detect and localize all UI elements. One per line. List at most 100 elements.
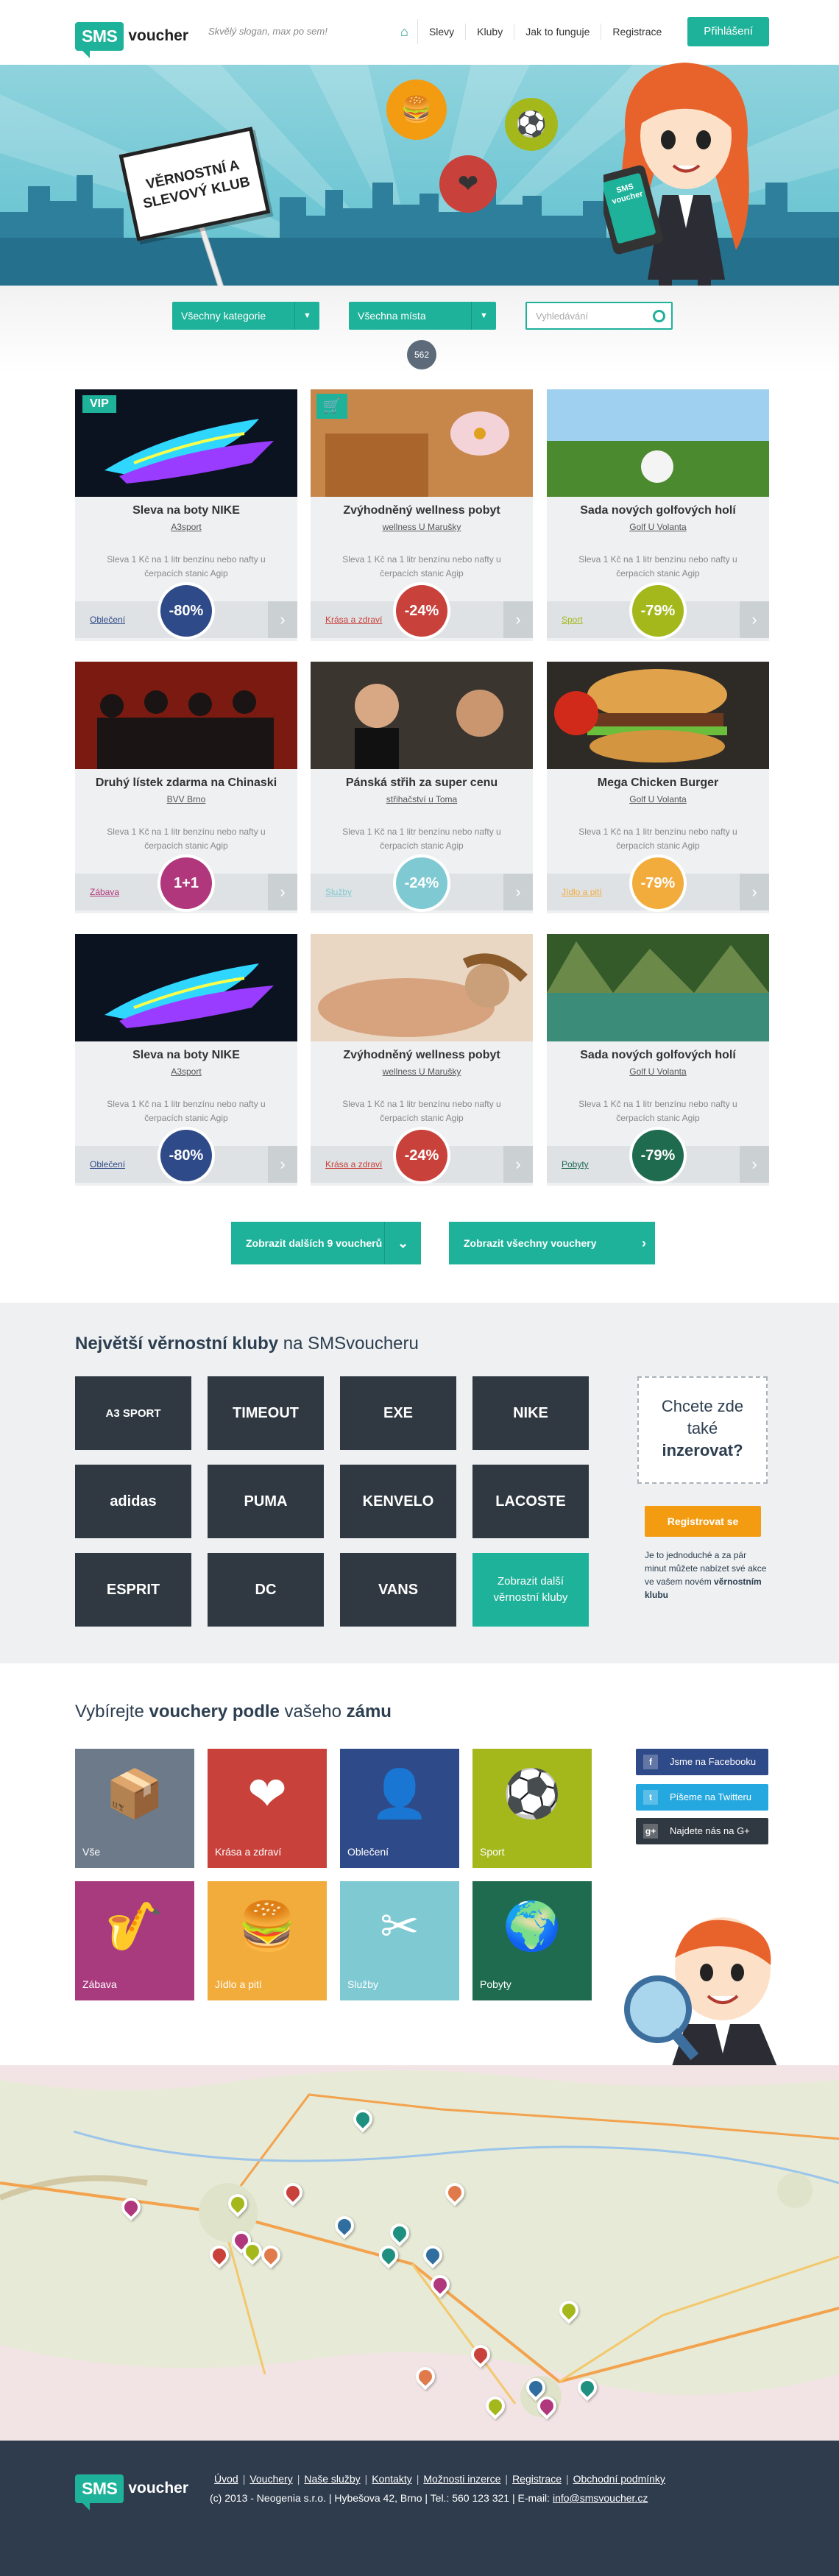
show-more-button[interactable]: Zobrazit dalších 9 voucherů ⌄: [231, 1222, 421, 1264]
chevron-right-icon[interactable]: ›: [740, 601, 769, 638]
cat-title-b: vouchery podle: [149, 1702, 280, 1722]
brand-logo[interactable]: PUMA: [208, 1465, 324, 1538]
voucher-map[interactable]: [0, 2065, 839, 2441]
category-tile[interactable]: 👤 Oblečení: [340, 1749, 459, 1868]
facebook-button[interactable]: f Jsme na Facebooku: [636, 1749, 768, 1775]
voucher-image[interactable]: [75, 662, 297, 769]
voucher-shop[interactable]: střihačství u Toma: [311, 794, 533, 804]
footer-link[interactable]: Obchodní podmínky: [569, 2473, 670, 2485]
voucher-title[interactable]: Sleva na boty NIKE: [75, 504, 297, 517]
chevron-right-icon[interactable]: ›: [268, 874, 297, 910]
voucher-title[interactable]: Zvýhodněný wellness pobyt: [311, 1049, 533, 1062]
voucher-title[interactable]: Sada nových golfových holí: [547, 504, 769, 517]
footer-link[interactable]: Možnosti inzerce: [419, 2473, 505, 2485]
voucher-shop[interactable]: A3sport: [75, 522, 297, 532]
voucher-card[interactable]: Sleva na boty NIKE A3sport Sleva 1 Kč na 1…: [75, 934, 297, 1186]
nav-jak-to-funguje[interactable]: Jak to funguje: [514, 24, 602, 40]
login-button[interactable]: Přihlášení: [687, 17, 769, 46]
home-icon[interactable]: ⌂: [392, 19, 418, 44]
brand-logo[interactable]: KENVELO: [340, 1465, 456, 1538]
footer-link[interactable]: Vouchery: [245, 2473, 297, 2485]
twitter-button[interactable]: t Píšeme na Twitteru: [636, 1784, 768, 1811]
voucher-title[interactable]: Pánská střih za super cenu: [311, 776, 533, 790]
voucher-title[interactable]: Sada nových golfových holí: [547, 1049, 769, 1062]
show-all-button[interactable]: Zobrazit všechny vouchery ›: [449, 1222, 655, 1264]
voucher-card[interactable]: Sada nových golfových holí Golf U Volanta…: [547, 389, 769, 641]
voucher-category[interactable]: Krása a zdraví: [325, 1159, 382, 1170]
voucher-card[interactable]: Pánská střih za super cenu střihačství u …: [311, 662, 533, 913]
voucher-image[interactable]: [311, 662, 533, 769]
voucher-image[interactable]: [75, 934, 297, 1041]
place-select[interactable]: Všechna místa ▼: [349, 302, 496, 330]
chevron-right-icon[interactable]: ›: [503, 874, 533, 910]
brand-logo[interactable]: ESPRIT: [75, 1553, 191, 1627]
more-clubs-button[interactable]: Zobrazit další věrnostní kluby: [472, 1553, 589, 1627]
brand-logo[interactable]: EXE: [340, 1376, 456, 1450]
voucher-shop[interactable]: Golf U Volanta: [547, 522, 769, 532]
voucher-title[interactable]: Mega Chicken Burger: [547, 776, 769, 790]
voucher-image[interactable]: [547, 934, 769, 1041]
brand-logo[interactable]: VANS: [340, 1553, 456, 1627]
chevron-right-icon[interactable]: ›: [503, 601, 533, 638]
voucher-category[interactable]: Krása a zdraví: [325, 615, 382, 625]
category-select[interactable]: Všechny kategorie ▼: [172, 302, 319, 330]
voucher-category[interactable]: Oblečení: [90, 615, 125, 625]
chevron-right-icon[interactable]: ›: [740, 874, 769, 910]
logo[interactable]: SMS voucher: [75, 18, 188, 58]
footer-link[interactable]: Registrace: [508, 2473, 566, 2485]
brand-logo[interactable]: adidas: [75, 1465, 191, 1538]
voucher-card[interactable]: Mega Chicken Burger Golf U Volanta Sleva 1…: [547, 662, 769, 913]
category-tile[interactable]: 🍔 Jídlo a pití: [208, 1881, 327, 2000]
brand-logo[interactable]: A3 SPORT: [75, 1376, 191, 1450]
google-plus-button[interactable]: g+ Najdete nás na G+: [636, 1818, 768, 1844]
brand-logo[interactable]: TIMEOUT: [208, 1376, 324, 1450]
category-tile[interactable]: 🎷 Zábava: [75, 1881, 194, 2000]
voucher-shop[interactable]: Golf U Volanta: [547, 1066, 769, 1077]
voucher-card[interactable]: Druhý lístek zdarma na Chinaski BVV Brno S…: [75, 662, 297, 913]
voucher-image[interactable]: [547, 389, 769, 497]
chevron-right-icon[interactable]: ›: [268, 1146, 297, 1183]
category-tile[interactable]: ⚽ Sport: [472, 1749, 592, 1868]
brand-logo[interactable]: NIKE: [472, 1376, 589, 1450]
footer-link[interactable]: Naše služby: [300, 2473, 364, 2485]
voucher-card[interactable]: Sada nových golfových holí Golf U Volanta…: [547, 934, 769, 1186]
voucher-category[interactable]: Pobyty: [562, 1159, 589, 1170]
voucher-card[interactable]: 🛒 Zvýhodněný wellness pobyt wellness U Mar…: [311, 389, 533, 641]
voucher-shop[interactable]: wellness U Marušky: [311, 1066, 533, 1077]
voucher-category[interactable]: Služby: [325, 887, 352, 897]
voucher-category[interactable]: Zábava: [90, 887, 119, 897]
search-input[interactable]: Vyhledávání: [525, 302, 673, 330]
voucher-category[interactable]: Oblečení: [90, 1159, 125, 1170]
voucher-title[interactable]: Sleva na boty NIKE: [75, 1049, 297, 1062]
nav-slevy[interactable]: Slevy: [418, 24, 467, 40]
voucher-shop[interactable]: BVV Brno: [75, 794, 297, 804]
voucher-category[interactable]: Sport: [562, 615, 583, 625]
voucher-image[interactable]: [547, 662, 769, 769]
category-tile[interactable]: 🌍 Pobyty: [472, 1881, 592, 2000]
brand-logo[interactable]: LACOSTE: [472, 1465, 589, 1538]
nav-kluby[interactable]: Kluby: [466, 24, 515, 40]
footer-link[interactable]: Úvod: [210, 2473, 243, 2485]
footer-logo[interactable]: SMS voucher: [75, 2470, 188, 2510]
voucher-title[interactable]: Druhý lístek zdarma na Chinaski: [75, 776, 297, 790]
brand-logo[interactable]: DC: [208, 1553, 324, 1627]
footer-link[interactable]: Kontakty: [367, 2473, 416, 2485]
voucher-shop[interactable]: wellness U Marušky: [311, 522, 533, 532]
chevron-right-icon[interactable]: ›: [503, 1146, 533, 1183]
chevron-right-icon[interactable]: ›: [268, 601, 297, 638]
email-link[interactable]: info@smsvoucher.cz: [553, 2492, 648, 2504]
search-icon[interactable]: [653, 310, 665, 322]
voucher-shop[interactable]: A3sport: [75, 1066, 297, 1077]
voucher-category[interactable]: Jídlo a pití: [562, 887, 602, 897]
voucher-shop[interactable]: Golf U Volanta: [547, 794, 769, 804]
category-tile[interactable]: 📦 Vše: [75, 1749, 194, 1868]
voucher-title[interactable]: Zvýhodněný wellness pobyt: [311, 504, 533, 517]
nav-registrace[interactable]: Registrace: [601, 24, 673, 40]
voucher-image[interactable]: [311, 934, 533, 1041]
chevron-right-icon[interactable]: ›: [740, 1146, 769, 1183]
register-button[interactable]: Registrovat se: [645, 1506, 761, 1537]
category-tile[interactable]: ✂ Služby: [340, 1881, 459, 2000]
voucher-card[interactable]: VIP Sleva na boty NIKE A3sport Sleva 1 Kč n…: [75, 389, 297, 641]
category-tile[interactable]: ❤ Krása a zdraví: [208, 1749, 327, 1868]
voucher-card[interactable]: Zvýhodněný wellness pobyt wellness U Maru…: [311, 934, 533, 1186]
